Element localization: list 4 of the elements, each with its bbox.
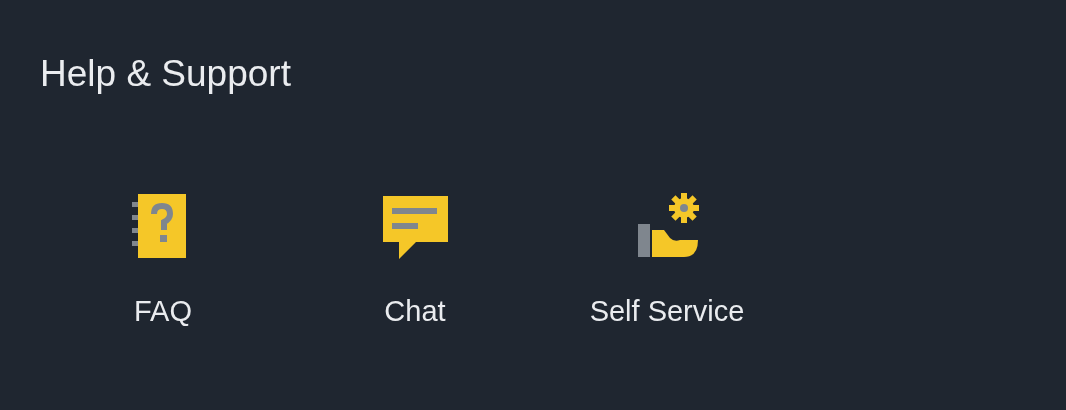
menu-item-label[interactable]: Chat [384, 294, 446, 328]
menu-item-label[interactable]: FAQ [134, 294, 192, 328]
page-title: Help & Support [40, 52, 291, 96]
menu-item-label[interactable]: Self Service [589, 294, 745, 328]
